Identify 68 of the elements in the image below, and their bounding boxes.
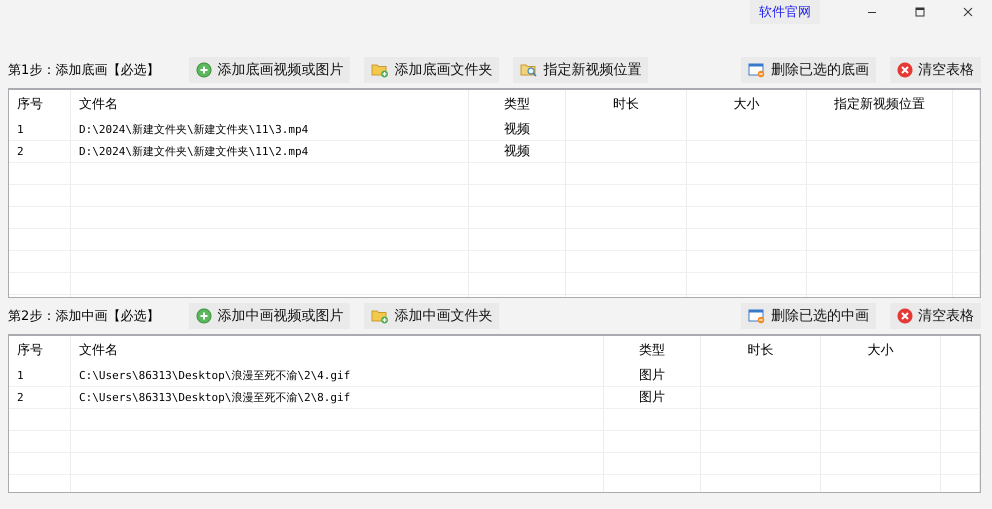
folder-add-icon <box>371 62 390 78</box>
table-cell <box>9 431 71 453</box>
table-cell: 图片 <box>604 365 701 387</box>
table-cell <box>9 251 71 273</box>
table-cell <box>9 229 71 251</box>
table-cell: 1 <box>9 365 71 387</box>
column-header[interactable]: 类型 <box>469 90 566 119</box>
column-header[interactable]: 序号 <box>9 90 71 119</box>
folder-add-icon <box>371 308 390 324</box>
add-icon <box>196 308 212 324</box>
window-remove-icon <box>748 62 766 78</box>
table-cell <box>953 163 980 185</box>
table-cell: C:\Users\86313\Desktop\浪漫至死不渝\2\8.gif <box>71 387 604 409</box>
table-cell <box>9 273 71 295</box>
toolbar-button[interactable]: 删除已选的中画 <box>741 303 876 329</box>
table-cell: C:\Users\86313\Desktop\浪漫至死不渝\2\4.gif <box>71 365 604 387</box>
table-cell <box>9 207 71 229</box>
table-cell: D:\2024\新建文件夹\新建文件夹\11\2.mp4 <box>71 141 469 163</box>
table-cell <box>953 251 980 273</box>
window-remove-icon <box>748 308 766 324</box>
table-cell: 1 <box>9 119 71 141</box>
table-cell <box>953 207 980 229</box>
toolbar-button[interactable]: 指定新视频位置 <box>513 57 648 83</box>
table-cell <box>9 409 71 431</box>
toolbar-button[interactable]: 清空表格 <box>890 303 981 329</box>
table-cell: 2 <box>9 387 71 409</box>
column-header[interactable]: 指定新视频位置 <box>807 90 953 119</box>
table-cell <box>9 163 71 185</box>
table-cell <box>941 431 980 453</box>
table-cell <box>953 273 980 295</box>
step-label: 第1步：添加底画【必选】 <box>8 62 160 79</box>
column-header[interactable]: 文件名 <box>71 90 469 119</box>
toolbar-button[interactable]: 删除已选的底画 <box>741 57 876 83</box>
clear-icon <box>897 308 913 324</box>
add-icon <box>196 62 212 78</box>
table-cell <box>941 409 980 431</box>
step-label: 第2步：添加中画【必选】 <box>8 308 160 325</box>
table-cell <box>9 453 71 475</box>
close-icon[interactable] <box>963 7 973 17</box>
table-cell <box>941 365 980 387</box>
table-cell: 2 <box>9 141 71 163</box>
toolbar-button[interactable]: 清空表格 <box>890 57 981 83</box>
folder-search-icon <box>520 62 538 78</box>
table-cell <box>953 119 980 141</box>
column-header[interactable]: 类型 <box>604 336 701 365</box>
toolbar-button[interactable]: 添加中画文件夹 <box>364 303 500 329</box>
column-header[interactable]: 时长 <box>566 90 687 119</box>
table-cell <box>953 141 980 163</box>
table-cell <box>953 229 980 251</box>
table-cell: D:\2024\新建文件夹\新建文件夹\11\3.mp4 <box>71 119 469 141</box>
website-link[interactable]: 软件官网 <box>750 0 820 24</box>
toolbar-button[interactable]: 添加底画文件夹 <box>364 57 500 83</box>
table-cell: 视频 <box>469 119 566 141</box>
table-cell: 图片 <box>604 387 701 409</box>
clear-icon <box>897 62 913 78</box>
column-header[interactable]: 大小 <box>687 90 807 119</box>
maximize-icon[interactable] <box>915 7 925 17</box>
toolbar-button[interactable]: 添加底画视频或图片 <box>189 57 350 83</box>
table-cell: 视频 <box>469 141 566 163</box>
table-cell <box>941 387 980 409</box>
table-cell <box>941 453 980 475</box>
toolbar-button[interactable]: 添加中画视频或图片 <box>189 303 350 329</box>
column-header[interactable]: 大小 <box>821 336 941 365</box>
table-cell <box>9 185 71 207</box>
table-cell <box>953 185 980 207</box>
column-header[interactable]: 文件名 <box>71 336 604 365</box>
column-header[interactable]: 时长 <box>701 336 821 365</box>
column-header[interactable]: 序号 <box>9 336 71 365</box>
